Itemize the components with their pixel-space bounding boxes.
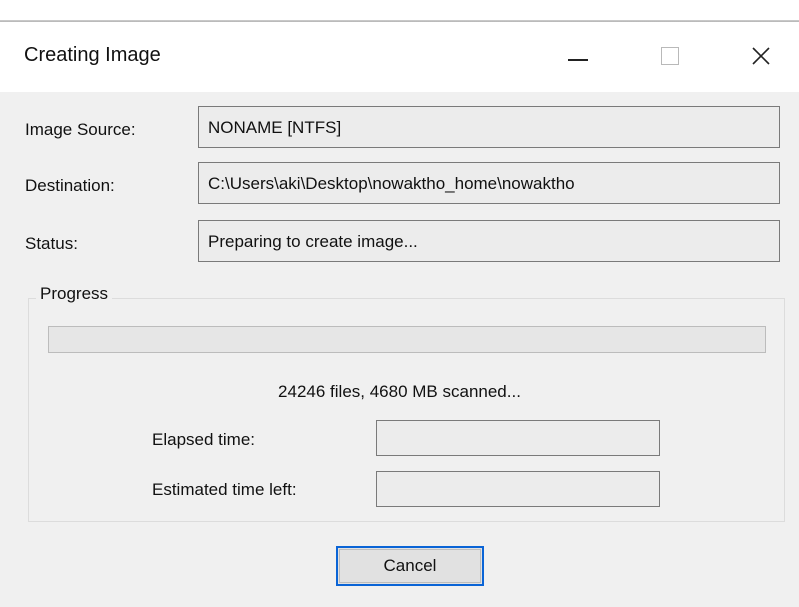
elapsed-time-label: Elapsed time:	[152, 430, 255, 449]
status-label: Status:	[25, 234, 78, 253]
image-source-label: Image Source:	[25, 120, 136, 139]
progress-group-title: Progress	[36, 284, 113, 304]
image-source-field: NONAME [NTFS]	[198, 106, 780, 148]
destination-field: C:\Users\aki\Desktop\nowaktho_home\nowak…	[198, 162, 780, 204]
close-icon	[752, 47, 770, 65]
window-title: Creating Image	[24, 44, 161, 66]
status-field: Preparing to create image...	[198, 220, 780, 262]
estimated-time-left-label: Estimated time left:	[152, 480, 297, 499]
maximize-icon	[661, 47, 679, 65]
estimated-time-left-field	[376, 471, 660, 507]
elapsed-time-field	[376, 420, 660, 456]
minimize-button[interactable]	[555, 36, 601, 76]
progress-bar	[48, 326, 766, 353]
close-button[interactable]	[738, 36, 784, 76]
destination-label: Destination:	[25, 176, 115, 195]
creating-image-dialog: Creating Image Image Source: NONAME [NTF…	[0, 0, 799, 607]
window-top-edge	[0, 0, 799, 22]
title-bar[interactable]: Creating Image	[0, 22, 799, 92]
scan-status-text: 24246 files, 4680 MB scanned...	[278, 382, 521, 401]
maximize-button	[647, 36, 693, 76]
minimize-icon	[568, 59, 588, 61]
cancel-button[interactable]: Cancel	[336, 546, 484, 586]
